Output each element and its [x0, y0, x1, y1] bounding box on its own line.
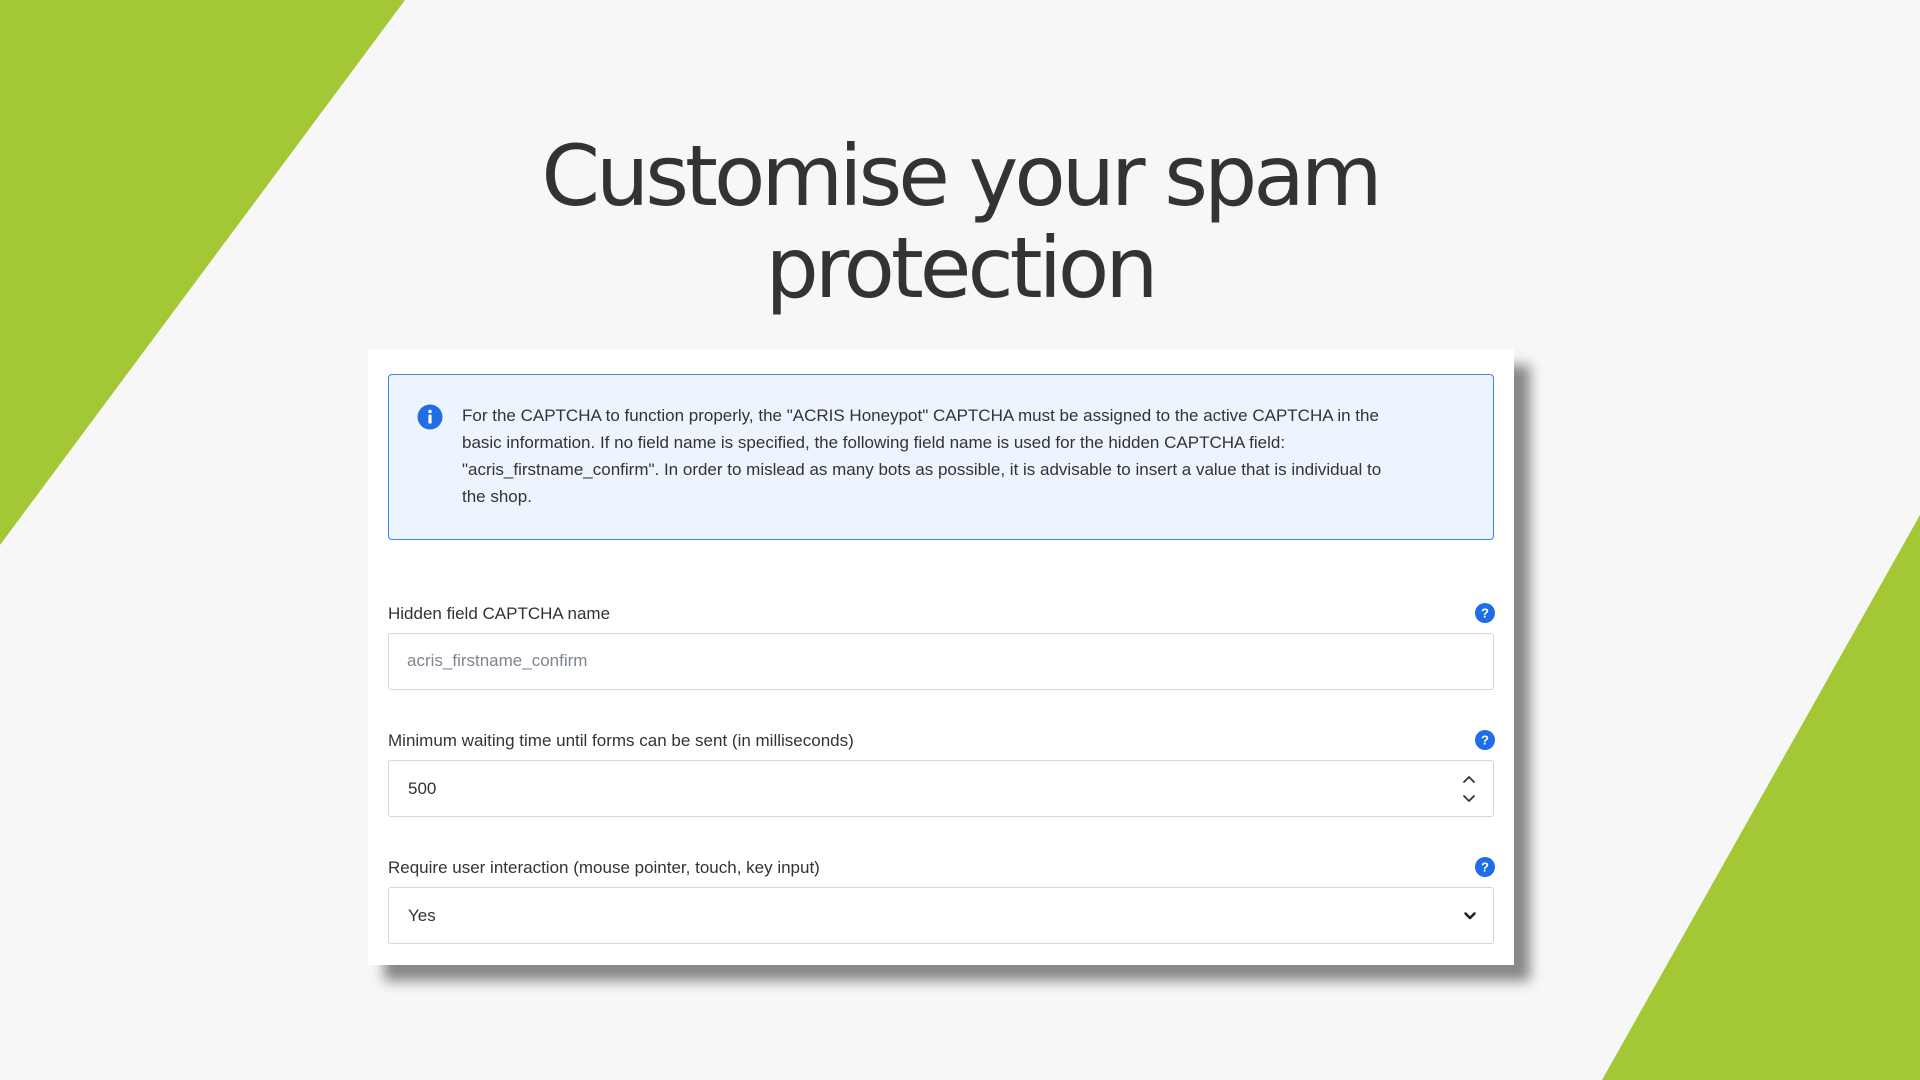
info-alert-text: For the CAPTCHA to function properly, th…: [462, 402, 1462, 510]
user-interaction-label: Require user interaction (mouse pointer,…: [388, 858, 820, 877]
user-interaction-select[interactable]: Yes: [388, 887, 1494, 944]
info-alert: For the CAPTCHA to function properly, th…: [388, 374, 1494, 540]
chevron-down-icon[interactable]: [1459, 789, 1479, 809]
info-alert-line: the shop.: [462, 487, 532, 506]
page-title-line-2: protection: [765, 219, 1158, 317]
min-wait-input[interactable]: 500: [388, 760, 1494, 817]
green-triangle-top-left: [0, 0, 405, 545]
info-alert-line: For the CAPTCHA to function properly, th…: [462, 406, 1379, 425]
green-triangle-bottom-right: [1602, 515, 1920, 1080]
help-icon[interactable]: ?: [1475, 857, 1495, 877]
hidden-field-name-label: Hidden field CAPTCHA name: [388, 604, 611, 623]
help-icon[interactable]: ?: [1475, 730, 1495, 750]
info-alert-line: "acris_firstname_confirm". In order to m…: [462, 460, 1382, 479]
user-interaction-selected: Yes: [408, 906, 436, 925]
page-title-line-1: Customise your spam: [541, 127, 1382, 225]
min-wait-value: 500: [408, 779, 437, 798]
hidden-field-name-input[interactable]: [407, 634, 1407, 688]
svg-text:?: ?: [1481, 606, 1489, 621]
info-alert-line: basic information. If no field name is s…: [462, 433, 1286, 452]
help-icon[interactable]: ?: [1475, 603, 1495, 623]
number-stepper[interactable]: [1459, 769, 1479, 809]
hidden-field-name-box: [388, 633, 1494, 690]
info-icon: [417, 404, 443, 430]
settings-card: For the CAPTCHA to function properly, th…: [368, 349, 1514, 965]
page-title: Customise your spam protection: [360, 130, 1560, 314]
svg-text:?: ?: [1481, 733, 1489, 748]
chevron-down-icon[interactable]: [1463, 910, 1477, 922]
svg-text:?: ?: [1481, 860, 1489, 875]
chevron-up-icon[interactable]: [1459, 769, 1479, 789]
min-wait-label: Minimum waiting time until forms can be …: [388, 731, 854, 750]
